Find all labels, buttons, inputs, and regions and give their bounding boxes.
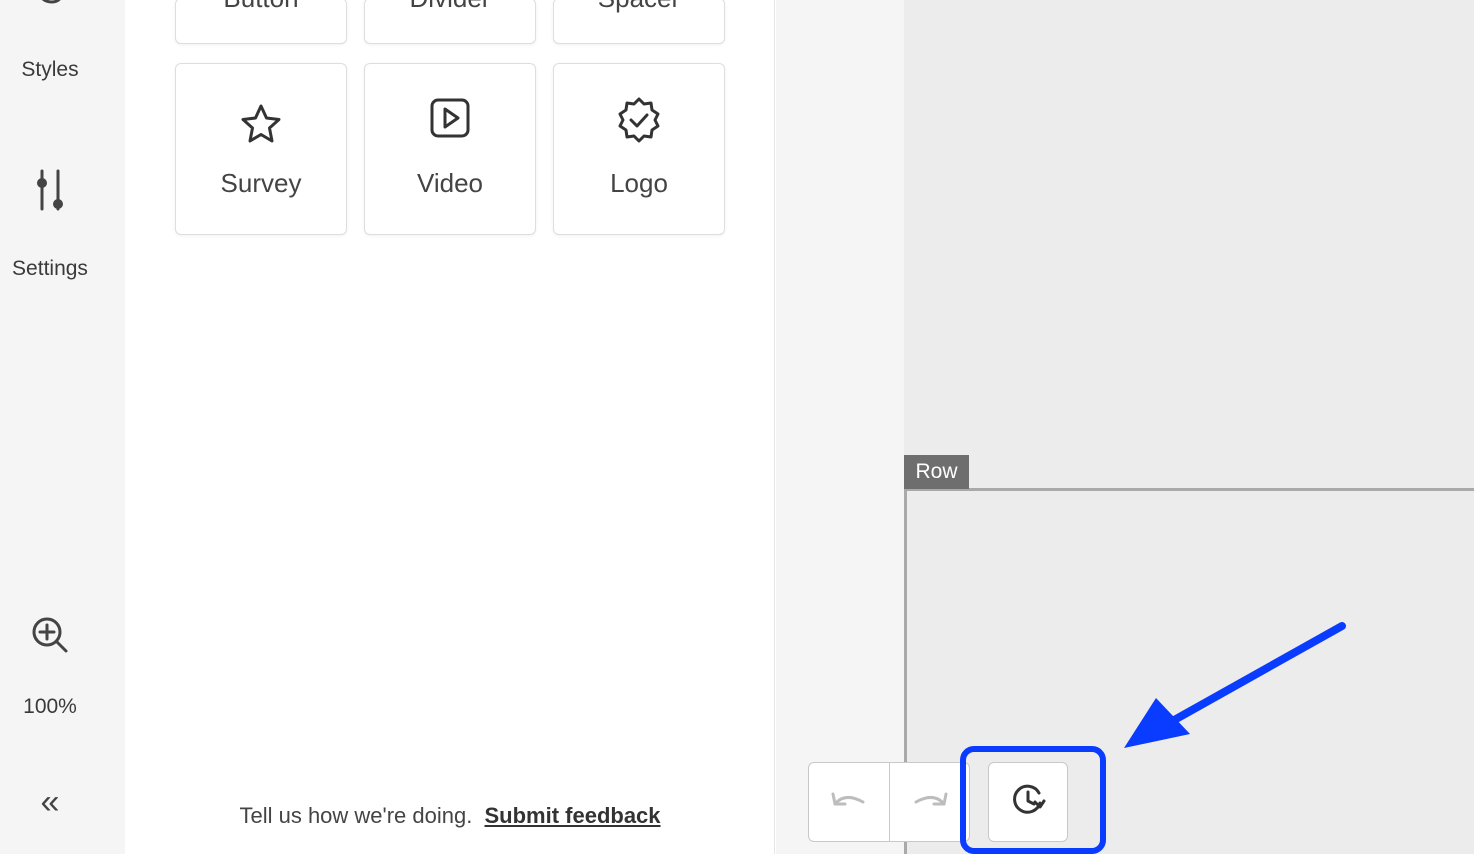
undo-icon	[829, 788, 869, 817]
rail-item-styles[interactable]: Styles	[0, 0, 100, 90]
tile-label: Divider	[365, 0, 535, 14]
double-chevron-left-icon: «	[40, 783, 60, 821]
history-icon	[1009, 781, 1047, 824]
rail-label-styles: Styles	[21, 58, 79, 81]
palette-icon	[30, 0, 70, 13]
element-tile-button[interactable]: Button	[175, 0, 347, 44]
rail-item-zoom[interactable]: 100%	[0, 615, 100, 725]
tile-label: Survey	[220, 168, 302, 198]
row-tag[interactable]: Row	[904, 455, 969, 489]
element-tile-video[interactable]: Video	[364, 63, 536, 235]
undo-button[interactable]	[809, 763, 889, 841]
rail-label-settings: Settings	[12, 257, 88, 280]
canvas-gutter	[776, 0, 904, 854]
version-history-button[interactable]	[988, 762, 1068, 842]
element-tile-spacer[interactable]: Spacer	[553, 0, 725, 44]
redo-icon	[910, 788, 950, 817]
feedback-prompt: Tell us how we're doing.	[239, 803, 473, 828]
sliders-icon	[33, 169, 67, 218]
video-play-icon	[428, 96, 472, 145]
undo-redo-toolbar	[808, 762, 970, 842]
collapse-rail-button[interactable]: «	[0, 780, 100, 824]
tile-label: Button	[176, 0, 346, 14]
element-tile-survey[interactable]: Survey	[175, 63, 347, 235]
left-rail: Styles Settings 100% «	[0, 0, 125, 854]
feedback-bar: Tell us how we're doing. Submit feedback	[125, 803, 775, 829]
redo-button[interactable]	[889, 763, 969, 841]
elements-panel: Button Divider Spacer Survey	[125, 0, 775, 854]
tile-label: Video	[416, 168, 484, 198]
submit-feedback-link[interactable]: Submit feedback	[484, 803, 660, 828]
element-tile-logo[interactable]: Logo	[553, 63, 725, 235]
verified-badge-icon	[615, 96, 663, 149]
rail-item-settings[interactable]: Settings	[0, 165, 100, 285]
element-tile-divider[interactable]: Divider	[364, 0, 536, 44]
tile-label: Spacer	[554, 0, 724, 14]
star-icon	[239, 102, 283, 151]
zoom-in-icon	[30, 615, 70, 660]
zoom-level: 100%	[23, 695, 77, 718]
tile-label: Logo	[610, 168, 668, 198]
editor-root: Styles Settings 100% « Survey Video Logo…	[0, 0, 1474, 854]
